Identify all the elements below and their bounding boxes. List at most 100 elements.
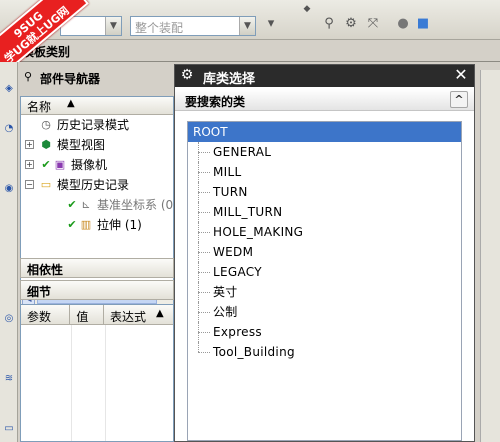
tree-node[interactable]: ✔ ▥ 拉伸 (1) [21, 215, 173, 235]
param-column-header[interactable]: 参数 [21, 305, 71, 324]
library-class-items: GENERAL MILL TURN MILL_TURN HOLE_MAKING WEDM L… [188, 142, 461, 362]
roles-icon[interactable]: ◈ [2, 82, 16, 96]
tree-node-label: ROOT [193, 125, 228, 139]
tree-node[interactable]: Express [188, 322, 461, 342]
chevron-down-icon[interactable]: ▼ [239, 17, 255, 35]
tree-connector [198, 232, 210, 233]
resource-bar: ◈ ◔ ◉ ◎ ≋ ▭ [0, 62, 18, 442]
tree-connector [198, 172, 210, 173]
sort-ascending-icon: ▲ [155, 308, 164, 319]
tree-node-label: GENERAL [213, 145, 272, 159]
dropdown-icon[interactable]: ▾ [262, 15, 280, 33]
tree-node[interactable]: 英寸 [188, 282, 461, 302]
expand-icon[interactable]: + [25, 140, 34, 149]
tree-connector [198, 332, 210, 333]
tree-node[interactable]: MILL [188, 162, 461, 182]
column-divider [105, 325, 106, 441]
tree-node[interactable]: MILL_TURN [188, 202, 461, 222]
move-icon[interactable]: ⤧ [364, 15, 382, 33]
cube-icon[interactable]: ■ [414, 15, 432, 33]
assembly-nav-icon[interactable]: ◉ [2, 182, 16, 196]
checkmark-icon[interactable]: ✔ [65, 198, 79, 212]
folder-icon: ▭ [40, 178, 52, 191]
tree-node-label: Tool_Building [213, 345, 295, 359]
checkmark-icon[interactable]: ✔ [65, 218, 79, 232]
wifi-icon[interactable]: ≋ [2, 372, 16, 386]
assembly-icon[interactable]: ⚙ [342, 15, 360, 33]
tree-node[interactable]: GENERAL [188, 142, 461, 162]
tree-connector [198, 272, 210, 273]
dependencies-panel-header[interactable]: 相依性 [20, 258, 174, 278]
tree-node[interactable]: + ⬢ 模型视图 [21, 135, 173, 155]
graphics-window-frame [480, 70, 500, 442]
expand-toolbar-icon[interactable]: ◆ [298, 0, 316, 18]
column-divider [71, 325, 72, 441]
class-search-group-header[interactable]: 要搜索的类 ^ [175, 89, 474, 111]
tree-node[interactable]: HOLE_MAKING [188, 222, 461, 242]
library-class-tree[interactable]: ROOT GENERAL MILL TURN MILL_TURN HOLE_MAKING… [187, 121, 462, 441]
collapse-icon[interactable]: ^ [450, 91, 468, 108]
tree-node-label: MILL_TURN [213, 205, 283, 219]
tree-connector [198, 252, 210, 253]
tree-node-label: 摄像机 [71, 158, 108, 172]
tree-node[interactable]: − ▭ 模型历史记录 [21, 175, 173, 195]
expand-icon[interactable]: + [25, 160, 34, 169]
name-column-label: 名称 [27, 100, 52, 114]
tree-node[interactable]: TURN [188, 182, 461, 202]
value-column-header[interactable]: 值 [70, 305, 104, 324]
param-column-label: 参数 [27, 310, 52, 324]
tree-node-label: LEGACY [213, 265, 262, 279]
tree-connector [198, 152, 210, 153]
tree-connector [198, 192, 210, 193]
details-panel-header[interactable]: 细节 [20, 280, 174, 300]
collapse-icon[interactable]: − [25, 180, 34, 189]
tree-node-label: WEDM [213, 245, 254, 259]
tree-node[interactable]: + ✔ ▣ 摄像机 [21, 155, 173, 175]
view-icon[interactable]: ● [394, 15, 412, 33]
library-class-dialog: ⚙ 库类选择 ✕ 要搜索的类 ^ ROOT GENERAL MILL TURN MIL… [174, 64, 475, 442]
document-icon[interactable]: ▭ [2, 422, 16, 436]
gear-icon[interactable]: ⚙ [178, 66, 196, 84]
tree-connector [198, 212, 210, 213]
tree-node-label: 英寸 [213, 285, 238, 299]
tree-node-label: TURN [213, 185, 248, 199]
clock-icon: ◷ [41, 118, 51, 131]
close-icon[interactable]: ✕ [452, 66, 470, 84]
tree-node-root[interactable]: ROOT [188, 122, 461, 142]
chevron-down-icon[interactable]: ▼ [105, 17, 121, 35]
history-icon[interactable]: ◔ [2, 122, 16, 136]
tree-node[interactable]: ✔ ⊾ 基准坐标系 (0) [21, 195, 173, 215]
snap-icon[interactable]: ⚲ [320, 15, 338, 33]
camera-icon: ▣ [54, 158, 66, 171]
details-table-header: 参数 值 表达式 ▲ [21, 305, 173, 325]
part-navigator: ⚲ 部件导航器 名称 ▲ ◷ 历史记录模式 + ⬢ 模型视图 + ✔ ▣ 摄像机 − ▭ 模型历史记录… [18, 62, 176, 442]
tree-node[interactable]: 公制 [188, 302, 461, 322]
datum-csys-icon: ⊾ [81, 198, 91, 211]
tree-node-label: MILL [213, 165, 242, 179]
assembly-scope-value: 整个装配 [135, 21, 184, 35]
tree-connector [198, 352, 210, 353]
dialog-title: 库类选择 [203, 72, 256, 87]
tree-node-label: Express [213, 325, 262, 339]
tree-node[interactable]: ◷ 历史记录模式 [21, 115, 173, 135]
name-column-header[interactable]: 名称 ▲ [21, 97, 173, 115]
part-navigator-header: ⚲ 部件导航器 [18, 68, 176, 88]
sort-ascending-icon: ▲ [67, 98, 75, 109]
tree-node-label: HOLE_MAKING [213, 225, 304, 239]
web-icon[interactable]: ◎ [2, 312, 16, 326]
tree-node-label: 模型视图 [57, 138, 106, 152]
tree-rows: ◷ 历史记录模式 + ⬢ 模型视图 + ✔ ▣ 摄像机 − ▭ 模型历史记录 ✔ ⊾ 基准坐标系 (0) ✔ ▥… [21, 115, 173, 235]
assembly-scope-combo[interactable]: 整个装配 ▼ [130, 16, 256, 36]
extrude-icon: ▥ [80, 218, 92, 231]
checkmark-icon[interactable]: ✔ [39, 158, 53, 172]
tree-node-label: 基准坐标系 (0) [97, 198, 174, 212]
tree-node[interactable]: WEDM [188, 242, 461, 262]
tree-connector [198, 312, 210, 313]
dialog-title-bar[interactable]: ⚙ 库类选择 ✕ [175, 65, 474, 87]
tree-node-label: 历史记录模式 [57, 118, 130, 132]
pin-icon[interactable]: ⚲ [24, 70, 32, 83]
tree-node[interactable]: LEGACY [188, 262, 461, 282]
tree-node[interactable]: Tool_Building [188, 342, 461, 362]
expression-column-header[interactable]: 表达式 ▲ [104, 305, 173, 324]
tree-node-label: 拉伸 (1) [97, 218, 142, 232]
